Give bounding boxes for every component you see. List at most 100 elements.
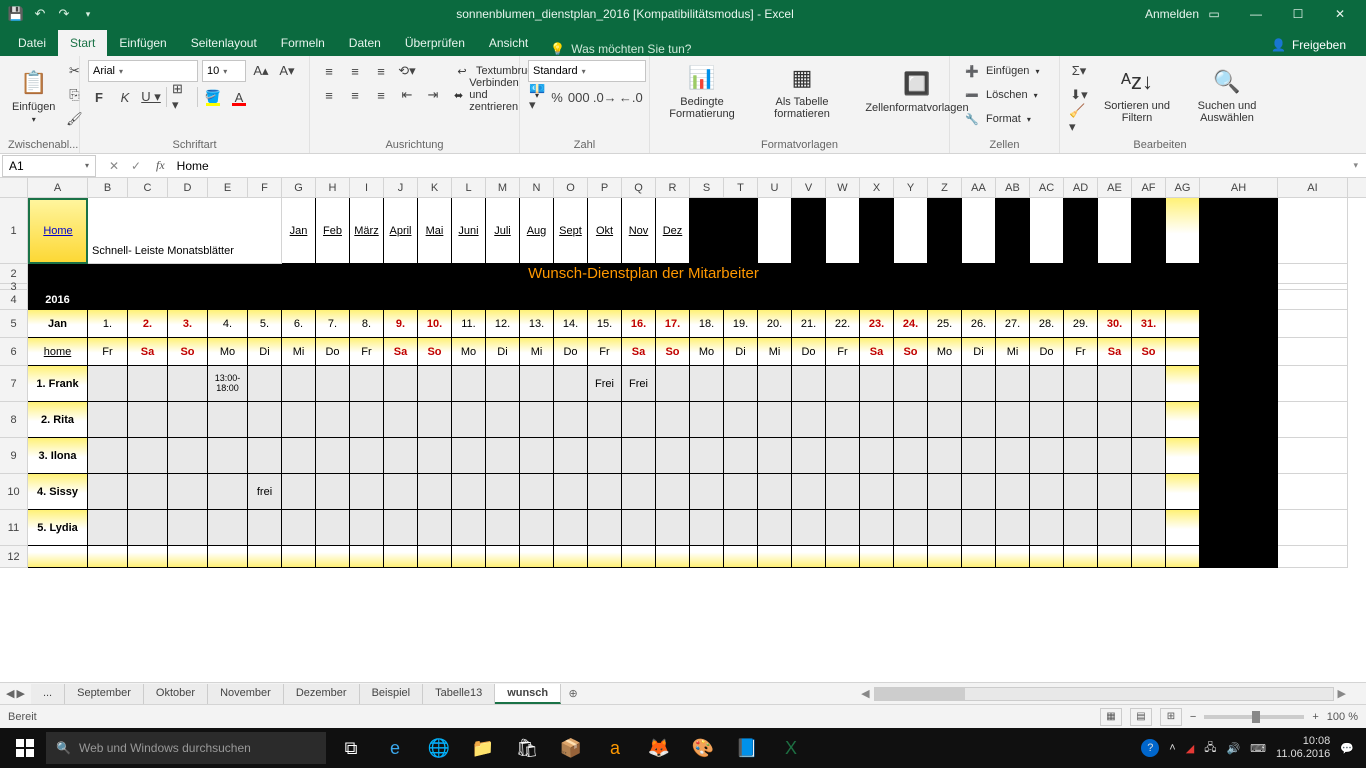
shift-cell[interactable] bbox=[282, 438, 316, 474]
shift-cell[interactable] bbox=[792, 438, 826, 474]
clear-icon[interactable]: 🧹▾ bbox=[1068, 108, 1090, 130]
month-link[interactable]: Dez bbox=[656, 198, 690, 264]
weekday[interactable]: Sa bbox=[128, 338, 168, 366]
shift-cell[interactable] bbox=[656, 402, 690, 438]
employee-name[interactable]: 5. Lydia bbox=[28, 510, 88, 546]
shift-cell[interactable] bbox=[826, 474, 860, 510]
shift-cell[interactable] bbox=[894, 474, 928, 510]
shift-cell[interactable] bbox=[88, 438, 128, 474]
col-header[interactable]: D bbox=[168, 178, 208, 197]
shift-cell[interactable] bbox=[486, 474, 520, 510]
cell[interactable] bbox=[1132, 290, 1166, 310]
day-number[interactable]: 15. bbox=[588, 310, 622, 338]
employee-name[interactable]: 1. Frank bbox=[28, 366, 88, 402]
shift-cell[interactable] bbox=[1030, 402, 1064, 438]
firefox-icon[interactable]: 🦊 bbox=[638, 728, 680, 768]
cell[interactable] bbox=[128, 290, 168, 310]
month-link[interactable]: Sept bbox=[554, 198, 588, 264]
cell[interactable] bbox=[758, 546, 792, 568]
shift-cell[interactable] bbox=[1098, 438, 1132, 474]
shift-cell[interactable]: Frei bbox=[588, 366, 622, 402]
col-header[interactable]: C bbox=[128, 178, 168, 197]
cell[interactable] bbox=[1278, 402, 1348, 438]
piano-cell[interactable] bbox=[1132, 198, 1166, 264]
col-header[interactable]: U bbox=[758, 178, 792, 197]
month-link[interactable]: März bbox=[350, 198, 384, 264]
tray-expand-icon[interactable]: ˄ bbox=[1169, 742, 1175, 754]
currency-icon[interactable]: 💶▾ bbox=[528, 86, 546, 108]
day-number[interactable]: 16. bbox=[622, 310, 656, 338]
shift-cell[interactable] bbox=[1132, 510, 1166, 546]
day-number[interactable]: 21. bbox=[792, 310, 826, 338]
ribbon-tab-ansicht[interactable]: Ansicht bbox=[477, 30, 540, 56]
autosum-icon[interactable]: Σ▾ bbox=[1068, 60, 1090, 82]
cell[interactable] bbox=[860, 290, 894, 310]
cell[interactable] bbox=[384, 546, 418, 568]
shift-cell[interactable] bbox=[588, 402, 622, 438]
row-header[interactable]: 4 bbox=[0, 290, 28, 310]
employee-name[interactable]: 3. Ilona bbox=[28, 438, 88, 474]
shift-cell[interactable] bbox=[520, 438, 554, 474]
shift-cell[interactable] bbox=[384, 402, 418, 438]
underline-button[interactable]: U ▾ bbox=[140, 86, 162, 108]
cell[interactable] bbox=[622, 290, 656, 310]
shift-cell[interactable] bbox=[656, 474, 690, 510]
shift-cell[interactable] bbox=[208, 438, 248, 474]
taskbar-search[interactable]: 🔍 Web und Windows durchsuchen bbox=[46, 732, 326, 764]
cell[interactable] bbox=[1200, 546, 1278, 568]
shift-cell[interactable] bbox=[758, 438, 792, 474]
volume-icon[interactable]: 🔊 bbox=[1226, 742, 1240, 755]
language-icon[interactable]: ⌨ bbox=[1250, 742, 1266, 755]
shift-cell[interactable] bbox=[520, 474, 554, 510]
shift-cell[interactable] bbox=[486, 366, 520, 402]
shift-cell[interactable] bbox=[622, 438, 656, 474]
day-number[interactable]: 18. bbox=[690, 310, 724, 338]
shift-cell[interactable] bbox=[520, 366, 554, 402]
shift-cell[interactable] bbox=[690, 438, 724, 474]
col-header[interactable]: W bbox=[826, 178, 860, 197]
black-cell[interactable] bbox=[690, 198, 724, 264]
amazon-icon[interactable]: a bbox=[594, 728, 636, 768]
worksheet[interactable]: ABCDEFGHIJKLMNOPQRSTUVWXYZAAABACADAEAFAG… bbox=[0, 178, 1366, 682]
cell[interactable] bbox=[1278, 310, 1348, 338]
shift-cell[interactable] bbox=[554, 366, 588, 402]
shift-cell[interactable] bbox=[248, 402, 282, 438]
weekday[interactable]: Mi bbox=[282, 338, 316, 366]
cell[interactable] bbox=[928, 546, 962, 568]
shift-cell[interactable] bbox=[350, 402, 384, 438]
shift-cell[interactable]: frei bbox=[248, 474, 282, 510]
shift-cell[interactable] bbox=[554, 402, 588, 438]
col-header[interactable]: Y bbox=[894, 178, 928, 197]
piano-cell[interactable] bbox=[860, 198, 894, 264]
redo-icon[interactable]: ↷ bbox=[54, 4, 74, 24]
ribbon-tab-start[interactable]: Start bbox=[58, 30, 107, 56]
shift-cell[interactable] bbox=[128, 438, 168, 474]
shift-cell[interactable] bbox=[88, 366, 128, 402]
cell[interactable] bbox=[622, 546, 656, 568]
cell[interactable] bbox=[1064, 546, 1098, 568]
dec-decimal-icon[interactable]: ←.0 bbox=[620, 86, 642, 108]
cell[interactable] bbox=[1278, 366, 1348, 402]
select-all-corner[interactable] bbox=[0, 178, 28, 197]
ai2[interactable] bbox=[1278, 264, 1348, 284]
cell[interactable] bbox=[1132, 546, 1166, 568]
shift-cell[interactable] bbox=[88, 510, 128, 546]
shift-cell[interactable] bbox=[520, 510, 554, 546]
shift-cell[interactable] bbox=[316, 366, 350, 402]
day-number[interactable]: 28. bbox=[1030, 310, 1064, 338]
name-box[interactable]: A1▾ bbox=[2, 155, 96, 177]
chrome-icon[interactable]: 🌐 bbox=[418, 728, 460, 768]
border-button[interactable]: ⊞ ▾ bbox=[171, 86, 193, 108]
shift-cell[interactable] bbox=[418, 438, 452, 474]
shift-cell[interactable] bbox=[826, 438, 860, 474]
shift-cell[interactable] bbox=[486, 510, 520, 546]
col-header[interactable]: N bbox=[520, 178, 554, 197]
cell[interactable] bbox=[860, 546, 894, 568]
shift-cell[interactable] bbox=[894, 402, 928, 438]
shift-cell[interactable] bbox=[554, 474, 588, 510]
shift-cell[interactable] bbox=[384, 366, 418, 402]
weekday[interactable]: Di bbox=[248, 338, 282, 366]
cell[interactable] bbox=[1278, 546, 1348, 568]
month-link[interactable]: Juni bbox=[452, 198, 486, 264]
day-number[interactable]: 19. bbox=[724, 310, 758, 338]
